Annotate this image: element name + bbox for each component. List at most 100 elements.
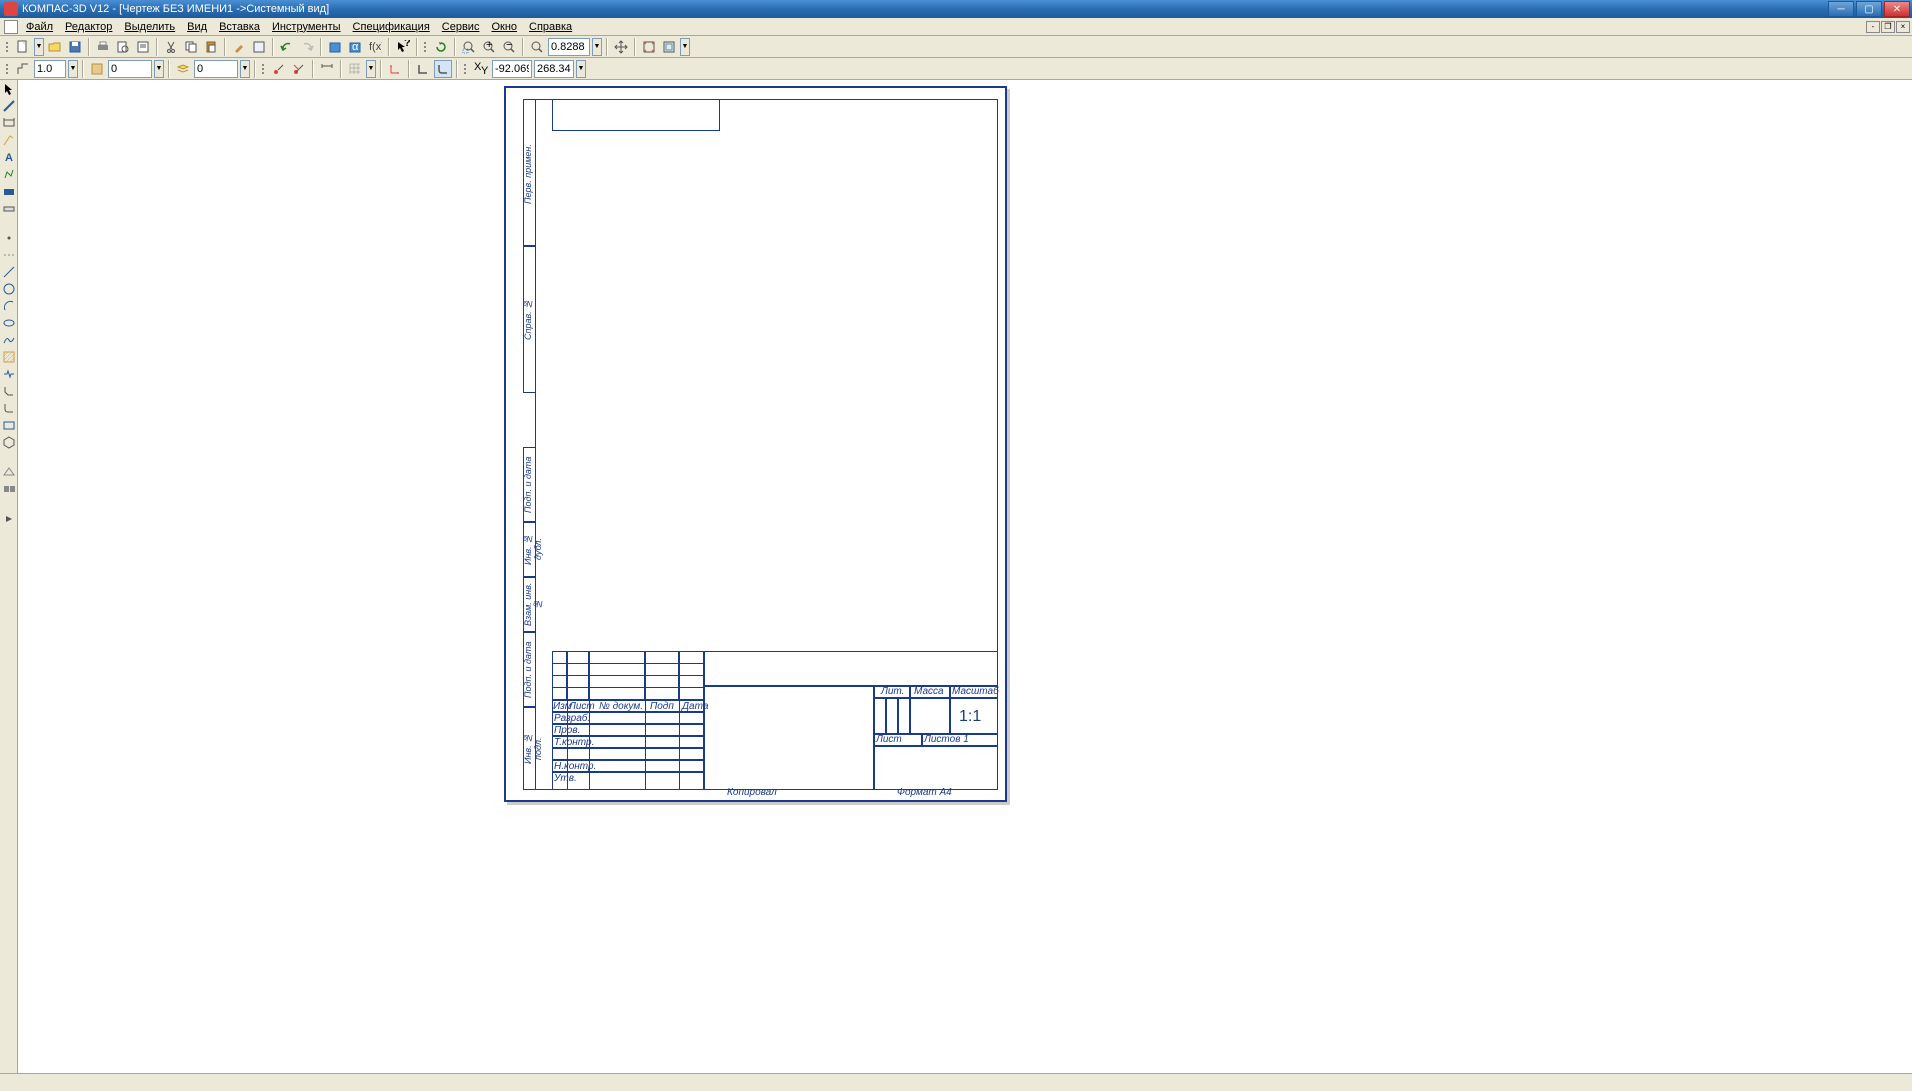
brush-button[interactable] (230, 38, 248, 56)
toolbar-grip-2[interactable] (422, 38, 428, 56)
layer-icon[interactable] (174, 60, 192, 78)
chamfer-tool[interactable] (2, 384, 16, 398)
param-tool[interactable] (2, 184, 16, 198)
expand-panel[interactable] (2, 512, 16, 526)
open-button[interactable] (46, 38, 64, 56)
state-input[interactable] (108, 60, 152, 78)
zoom-out-button[interactable]: − (500, 38, 518, 56)
rect-tool[interactable] (2, 418, 16, 432)
drawing-canvas[interactable]: Перв. примен. Справ. № Подп. и дата Инв.… (18, 80, 1912, 1073)
cut-button[interactable] (162, 38, 180, 56)
x-coord-input[interactable] (492, 60, 532, 78)
snap1-button[interactable] (270, 60, 288, 78)
ngon-tool[interactable] (2, 435, 16, 449)
y-coord-input[interactable] (534, 60, 574, 78)
mdi-close-button[interactable]: × (1896, 21, 1910, 33)
dim-button[interactable] (318, 60, 336, 78)
menu-select[interactable]: Выделить (118, 19, 181, 35)
ortho-button[interactable] (414, 60, 432, 78)
layer-input[interactable] (194, 60, 238, 78)
paste-button[interactable] (202, 38, 220, 56)
step-dropdown[interactable]: ▼ (68, 60, 78, 78)
document-icon[interactable] (4, 20, 18, 34)
menu-help[interactable]: Справка (523, 19, 578, 35)
menu-insert[interactable]: Вставка (213, 19, 266, 35)
line-tool[interactable] (2, 265, 16, 279)
fit-button[interactable] (640, 38, 658, 56)
text-tool[interactable]: A (2, 150, 16, 164)
var-button[interactable]: α (346, 38, 364, 56)
save-button[interactable] (66, 38, 84, 56)
coord-dropdown[interactable]: ▼ (576, 60, 586, 78)
grid-button[interactable] (346, 60, 364, 78)
print-button[interactable] (94, 38, 112, 56)
zoom-window-button[interactable] (460, 38, 478, 56)
toolbar-grip[interactable] (4, 38, 10, 56)
spline-tool[interactable] (2, 333, 16, 347)
maximize-button[interactable]: ▢ (1856, 1, 1882, 17)
stamp-format: Формат A4 (897, 787, 952, 798)
menu-editor[interactable]: Редактор (59, 19, 118, 35)
svg-text:α: α (352, 41, 359, 53)
collect-tool[interactable] (2, 465, 16, 479)
menu-window[interactable]: Окно (485, 19, 523, 35)
menu-file[interactable]: Файл (20, 19, 59, 35)
point-tool[interactable] (2, 231, 16, 245)
copy-button[interactable] (182, 38, 200, 56)
help-cursor-button[interactable]: ? (394, 38, 412, 56)
menu-spec[interactable]: Спецификация (347, 19, 436, 35)
aux-tool[interactable] (2, 248, 16, 262)
layer-dropdown[interactable]: ▼ (240, 60, 250, 78)
zoom-input[interactable] (548, 38, 590, 56)
redo-button[interactable] (298, 38, 316, 56)
prop-button[interactable] (134, 38, 152, 56)
menu-view[interactable]: Вид (181, 19, 213, 35)
svg-text:−: − (506, 40, 512, 51)
arc-tool[interactable] (2, 299, 16, 313)
equid-tool[interactable] (2, 482, 16, 496)
dim-tool[interactable] (2, 116, 16, 130)
edit-tool[interactable] (2, 167, 16, 181)
toolbar-grip-4[interactable] (260, 60, 266, 78)
notation-tool[interactable] (2, 133, 16, 147)
minimize-button[interactable]: ─ (1828, 1, 1854, 17)
state-icon[interactable] (88, 60, 106, 78)
properties-button[interactable] (250, 38, 268, 56)
pan-button[interactable] (612, 38, 630, 56)
circle-tool[interactable] (2, 282, 16, 296)
zoom-in-button[interactable]: + (480, 38, 498, 56)
undo-button[interactable] (278, 38, 296, 56)
library-button[interactable] (326, 38, 344, 56)
hatch-tool[interactable] (2, 350, 16, 364)
measure-tool[interactable] (2, 201, 16, 215)
view-dropdown[interactable]: ▼ (680, 38, 690, 56)
select-tool[interactable] (2, 82, 16, 96)
zoom-scale-button[interactable] (528, 38, 546, 56)
toolbar-grip-5[interactable] (462, 60, 468, 78)
state-dropdown[interactable]: ▼ (154, 60, 164, 78)
mdi-restore-button[interactable]: ❐ (1881, 21, 1895, 33)
grid-dropdown[interactable]: ▼ (366, 60, 376, 78)
break-tool[interactable] (2, 367, 16, 381)
step-input[interactable] (34, 60, 66, 78)
round-button[interactable] (434, 60, 452, 78)
fit-all-button[interactable] (660, 38, 678, 56)
fillet-tool[interactable] (2, 401, 16, 415)
preview-button[interactable] (114, 38, 132, 56)
toolbar-grip-3[interactable] (4, 60, 10, 78)
menu-tools[interactable]: Инструменты (266, 19, 347, 35)
lcoord-button[interactable] (386, 60, 404, 78)
zoom-dropdown[interactable]: ▼ (592, 38, 602, 56)
new-dropdown[interactable]: ▼ (34, 38, 44, 56)
mdi-minimize-button[interactable]: - (1866, 21, 1880, 33)
side-invdudl: Инв. № дубл. (523, 523, 535, 575)
ellipse-tool[interactable] (2, 316, 16, 330)
menu-service[interactable]: Сервис (436, 19, 486, 35)
fx-button[interactable]: f(x) (366, 38, 384, 56)
close-button[interactable]: ✕ (1884, 1, 1910, 17)
geometry-tool[interactable] (2, 99, 16, 113)
stamp-massa: Масса (914, 686, 944, 697)
refresh-button[interactable] (432, 38, 450, 56)
new-button[interactable] (14, 38, 32, 56)
snap2-button[interactable] (290, 60, 308, 78)
